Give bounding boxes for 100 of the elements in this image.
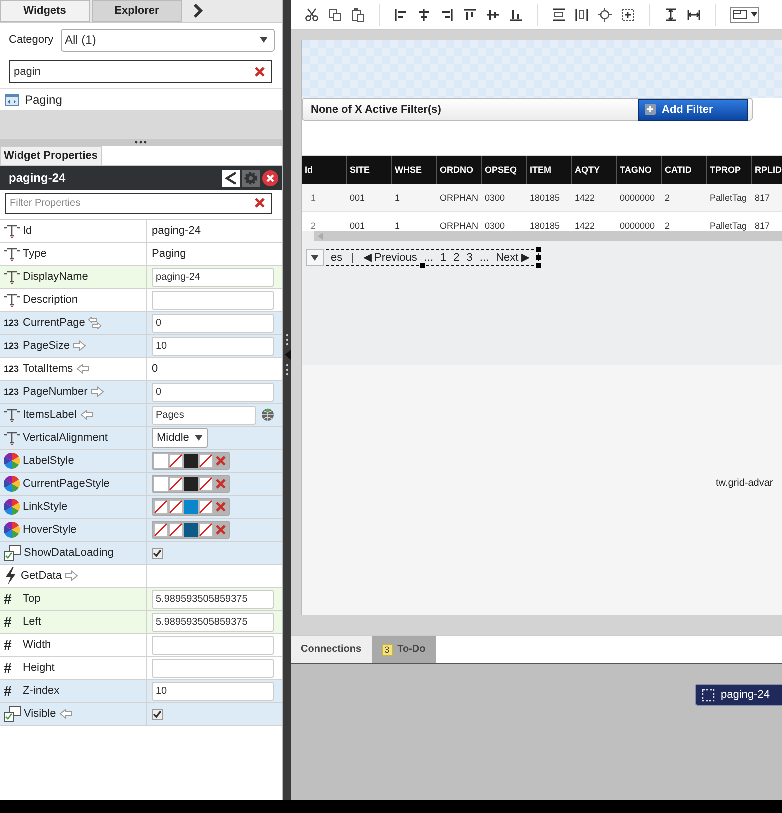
property-row[interactable]: 123 PageSize 10 — [0, 335, 282, 358]
panel-tab[interactable]: Explorer — [92, 0, 182, 22]
value-field[interactable]: Pages — [152, 406, 256, 424]
value-field[interactable]: 5.989593505859375 — [152, 590, 274, 608]
property-row[interactable]: 123 PageNumber 0 — [0, 381, 282, 404]
panel-tab[interactable]: 3 To-Do — [372, 636, 436, 663]
property-row[interactable]: LabelStyle — [0, 450, 282, 473]
color-swatch[interactable] — [154, 454, 168, 468]
globe-icon[interactable] — [261, 408, 275, 422]
no-color-swatch[interactable] — [169, 500, 183, 514]
horizontal-scrollbar[interactable] — [302, 231, 782, 241]
previous-link[interactable]: ◀ Previous — [363, 251, 418, 264]
value-field[interactable]: 0 — [152, 314, 274, 332]
no-color-swatch[interactable] — [169, 454, 183, 468]
property-row[interactable]: 123 TotalItems 0 — [0, 358, 282, 381]
page-link[interactable]: 3 — [466, 252, 473, 264]
value-field[interactable] — [152, 636, 274, 654]
value-field[interactable]: 10 — [152, 336, 274, 356]
page-link[interactable]: 2 — [454, 252, 460, 264]
no-color-swatch[interactable] — [154, 523, 168, 537]
clear-icon[interactable] — [214, 523, 228, 537]
property-row[interactable]: LinkStyle — [0, 496, 282, 519]
same-height-icon[interactable] — [664, 8, 678, 22]
align-center-icon[interactable] — [417, 8, 431, 22]
clear-icon[interactable] — [214, 454, 228, 468]
distribute-horizontal-icon[interactable] — [575, 8, 589, 22]
fit-icon[interactable] — [621, 8, 635, 22]
close-icon[interactable] — [262, 170, 279, 186]
property-row[interactable]: Description — [0, 289, 282, 312]
property-row[interactable]: 123 CurrentPage 0 — [0, 312, 282, 335]
property-row[interactable]: # Height — [0, 657, 282, 680]
chevron-right-icon[interactable] — [193, 4, 203, 18]
same-width-icon[interactable] — [687, 8, 701, 22]
property-row[interactable]: ItemsLabel Pages — [0, 404, 282, 427]
property-row[interactable]: Visible — [0, 703, 282, 726]
property-row[interactable]: DisplayName paging-24 — [0, 266, 282, 289]
no-color-swatch[interactable] — [199, 454, 213, 468]
add-filter-button[interactable]: Add Filter — [638, 98, 748, 120]
no-color-swatch[interactable] — [154, 500, 168, 514]
no-color-swatch[interactable] — [199, 477, 213, 491]
value-field[interactable] — [152, 658, 274, 678]
panel-tab[interactable]: Connections — [291, 636, 372, 663]
value-field[interactable] — [152, 290, 274, 310]
value-field[interactable]: 0 — [152, 382, 274, 402]
selection-handle[interactable] — [420, 263, 425, 268]
align-middle-icon[interactable] — [486, 8, 500, 22]
widget-chip[interactable]: paging-24 — [695, 684, 782, 706]
center-icon[interactable] — [598, 8, 612, 22]
property-row[interactable]: Type Paging — [0, 243, 282, 266]
no-color-swatch[interactable] — [199, 500, 213, 514]
clear-icon[interactable] — [255, 198, 265, 208]
no-color-swatch[interactable] — [199, 523, 213, 537]
align-left-icon[interactable] — [394, 8, 408, 22]
color-swatch[interactable] — [184, 477, 198, 491]
property-row[interactable]: GetData — [0, 565, 282, 588]
property-row[interactable]: ShowDataLoading — [0, 542, 282, 565]
properties-tab[interactable]: Widget Properties — [0, 146, 102, 165]
no-color-swatch[interactable] — [169, 477, 183, 491]
color-swatch[interactable] — [184, 523, 198, 537]
no-color-swatch[interactable] — [169, 523, 183, 537]
clear-icon[interactable] — [214, 477, 228, 491]
share-icon[interactable] — [222, 170, 240, 186]
property-row[interactable]: # Top 5.989593505859375 — [0, 588, 282, 611]
value-field[interactable]: 5.989593505859375 — [152, 612, 274, 632]
search-field[interactable]: pagin — [9, 60, 272, 83]
paging-widget[interactable]: es | ◀ Previous ... 1 2 3 ... Next ▶ — [306, 249, 539, 266]
paste-icon[interactable] — [351, 8, 365, 22]
property-row[interactable]: # Z-index 10 — [0, 680, 282, 703]
page-link[interactable]: ... — [424, 252, 434, 264]
checkbox[interactable] — [152, 548, 163, 558]
page-size-dropdown[interactable] — [306, 249, 324, 266]
property-row[interactable]: Id paging-24 — [0, 220, 282, 243]
cut-icon[interactable] — [305, 8, 319, 22]
clear-icon[interactable] — [214, 500, 228, 514]
alignment-dropdown[interactable]: Middle — [152, 428, 208, 448]
property-row[interactable]: CurrentPageStyle — [0, 473, 282, 496]
color-swatch[interactable] — [154, 477, 168, 491]
property-row[interactable]: HoverStyle — [0, 519, 282, 542]
value-field[interactable]: 10 — [152, 682, 274, 700]
next-link[interactable]: Next ▶ — [496, 251, 530, 264]
drag-handle-icon[interactable] — [135, 141, 147, 144]
copy-icon[interactable] — [328, 8, 342, 22]
clear-icon[interactable] — [255, 66, 265, 76]
panel-tab[interactable]: Widgets — [0, 0, 90, 22]
drag-handle-icon[interactable] — [286, 364, 288, 376]
layout-dropdown-icon[interactable] — [730, 6, 759, 22]
property-row[interactable]: # Left 5.989593505859375 — [0, 611, 282, 634]
page-link[interactable]: 1 — [440, 252, 447, 264]
align-bottom-icon[interactable] — [509, 8, 523, 22]
page-link[interactable]: ... — [480, 252, 490, 264]
filter-field[interactable]: Filter Properties — [5, 193, 272, 214]
property-row[interactable]: VerticalAlignment Middle — [0, 427, 282, 450]
color-swatch[interactable] — [184, 454, 198, 468]
distribute-vertical-icon[interactable] — [552, 8, 566, 22]
drag-handle-icon[interactable] — [286, 334, 288, 346]
property-row[interactable]: # Width — [0, 634, 282, 657]
align-right-icon[interactable] — [440, 8, 454, 22]
align-top-icon[interactable] — [463, 8, 477, 22]
color-swatch[interactable] — [184, 500, 198, 514]
value-field[interactable]: paging-24 — [152, 268, 274, 286]
